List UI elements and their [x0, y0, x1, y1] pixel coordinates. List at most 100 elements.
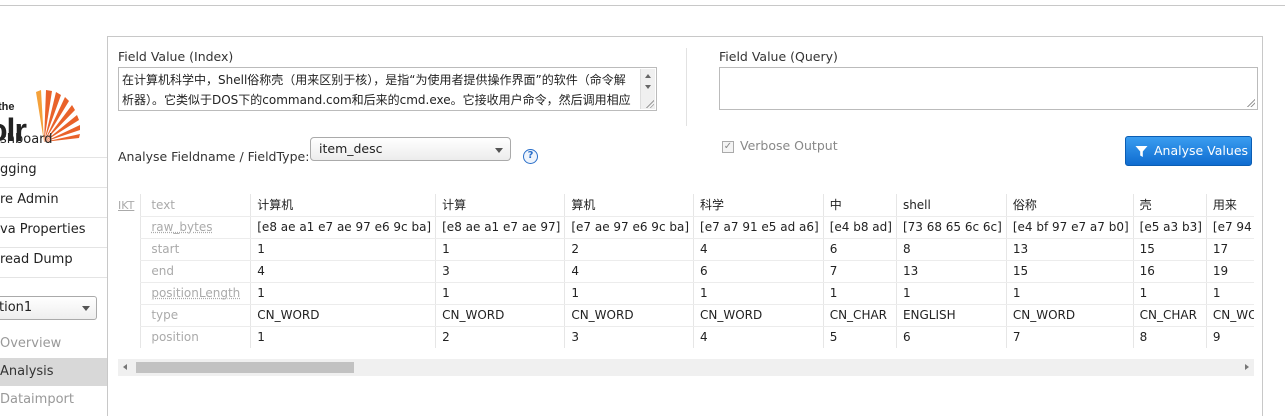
- fieldtype-label: Analyse Fieldname / FieldType:: [118, 149, 310, 164]
- token-raw_bytes-cell: [e8 ae a1 e7 ae 97 e6 9c ba]: [250, 216, 437, 239]
- row-name: type: [140, 304, 252, 327]
- token-text-cell: 科学: [693, 194, 824, 217]
- token-raw_bytes-cell: [e5 a3 b3]: [1133, 216, 1207, 239]
- core-nav: Overview Analysis Dataimport: [0, 330, 108, 414]
- token-positionlength-cell: 1: [435, 282, 566, 305]
- token-position-cell: 8: [1133, 326, 1207, 348]
- tokenizer-spacer: [118, 238, 141, 260]
- token-text-cell: 俗称: [1006, 194, 1134, 217]
- result-row-raw_bytes: raw_bytes [e8 ae a1 e7 ae 97 e6 9c ba] [e8…: [118, 216, 1254, 239]
- token-positionlength-cell: 1: [693, 282, 824, 305]
- analysis-result-table: IKT text 计算机 计算 算机 科学中 shell 俗称壳用来 raw_bytes [e8 …: [118, 194, 1254, 348]
- token-type-cell: CN_WORD: [250, 304, 437, 327]
- scroll-right-icon[interactable]: [1245, 364, 1249, 370]
- token-end-cell: 6: [693, 260, 824, 283]
- token-raw_bytes-cell: [e7 94 a8 e6 9d a5]: [1206, 216, 1254, 239]
- tokenizer-abbrev: IKT: [118, 198, 135, 212]
- tokenizer-spacer: [118, 260, 141, 282]
- result-row-text: IKT text 计算机 计算 算机 科学中 shell 俗称壳用来: [118, 194, 1254, 217]
- token-positionlength-cell: 1: [1006, 282, 1134, 305]
- token-type-cell: CN_WORD: [435, 304, 566, 327]
- nav-item-core-admin[interactable]: re Admin: [0, 188, 108, 218]
- filter-icon: [1135, 146, 1148, 157]
- analyse-values-button[interactable]: Analyse Values: [1125, 136, 1252, 166]
- token-text-cell: 壳: [1133, 194, 1207, 217]
- analyse-values-label: Analyse Values: [1154, 143, 1249, 158]
- result-row-type: type CN_WORD CN_WORD CN_WORD CN_WORD CN_CHAR E…: [118, 304, 1254, 327]
- token-raw_bytes-cell: [e4 b8 ad]: [823, 216, 897, 239]
- scrollbar-thumb[interactable]: [136, 362, 354, 373]
- resize-grip-icon[interactable]: [645, 99, 654, 108]
- tokenizer-spacer: [118, 326, 141, 348]
- nav-item-thread-dump[interactable]: read Dump: [0, 248, 108, 278]
- token-text-cell: 计算: [435, 194, 566, 217]
- token-end-cell: 16: [1133, 260, 1207, 283]
- result-horizontal-scrollbar[interactable]: [118, 359, 1254, 376]
- token-start-cell: 8: [896, 238, 1007, 261]
- core-item-overview[interactable]: Overview: [0, 330, 108, 358]
- token-raw_bytes-cell: [e8 ae a1 e7 ae 97]: [435, 216, 566, 239]
- token-start-cell: 17: [1206, 238, 1254, 261]
- index-value-textarea[interactable]: 在计算机科学中，Shell俗称壳（用来区别于核），是指“为使用者提供操作界面”的…: [118, 67, 657, 111]
- chevron-down-icon: [82, 306, 90, 311]
- query-field-label: Field Value (Query): [719, 49, 838, 64]
- token-text-cell: 用来: [1206, 194, 1254, 217]
- token-start-cell: 1: [435, 238, 566, 261]
- core-item-analysis[interactable]: Analysis: [0, 358, 108, 386]
- analysis-result: IKT text 计算机 计算 算机 科学中 shell 俗称壳用来 raw_bytes [e8 …: [118, 194, 1254, 354]
- verbose-label[interactable]: Verbose Output: [740, 138, 838, 153]
- row-name: positionLength: [140, 282, 252, 305]
- token-type-cell: CN_CHAR: [1133, 304, 1207, 327]
- token-end-cell: 7: [823, 260, 897, 283]
- core-selector[interactable]: tion1: [0, 296, 97, 320]
- token-type-cell: CN_WORD: [564, 304, 695, 327]
- core-item-dataimport[interactable]: Dataimport: [0, 386, 108, 414]
- row-name: text: [140, 194, 252, 217]
- token-text-cell: 算机: [564, 194, 695, 217]
- token-positionlength-cell: 1: [1206, 282, 1254, 305]
- token-end-cell: 3: [435, 260, 566, 283]
- chevron-down-icon: [495, 148, 503, 153]
- resize-grip-icon[interactable]: [1246, 98, 1255, 107]
- nav-item-java-properties[interactable]: va Properties: [0, 218, 108, 248]
- token-start-cell: 15: [1133, 238, 1207, 261]
- token-raw_bytes-cell: [e7 ae 97 e6 9c ba]: [564, 216, 695, 239]
- row-name: start: [140, 238, 252, 261]
- token-end-cell: 4: [250, 260, 437, 283]
- nav-item-logging[interactable]: gging: [0, 158, 108, 188]
- tokenizer-spacer: [118, 282, 141, 304]
- token-raw_bytes-cell: [e7 a7 91 e5 ad a6]: [693, 216, 824, 239]
- row-name: position: [140, 326, 252, 348]
- fieldtype-select[interactable]: item_desc: [310, 137, 511, 161]
- token-raw_bytes-cell: [e4 bf 97 e7 a7 b0]: [1006, 216, 1134, 239]
- result-row-end: end 4 3 4 6 7 13 15 16 19: [118, 260, 1254, 283]
- token-end-cell: 19: [1206, 260, 1254, 283]
- token-type-cell: CN_WORD: [1206, 304, 1254, 327]
- token-position-cell: 3: [564, 326, 695, 348]
- token-position-cell: 7: [1006, 326, 1134, 348]
- result-row-start: start 1 1 2 4 6 8 13 15 17: [118, 238, 1254, 261]
- column-divider: [686, 48, 687, 126]
- token-end-cell: 13: [896, 260, 1007, 283]
- scroll-down-icon[interactable]: [645, 85, 651, 89]
- solr-logo[interactable]: the olr: [0, 40, 100, 148]
- core-selector-value: tion1: [0, 300, 33, 315]
- scroll-up-icon[interactable]: [645, 74, 651, 78]
- token-positionlength-cell: 1: [1133, 282, 1207, 305]
- token-text-cell: 计算机: [250, 194, 437, 217]
- token-position-cell: 1: [250, 326, 437, 348]
- verbose-checkbox[interactable]: ✓: [722, 141, 734, 153]
- query-value-textarea[interactable]: [719, 67, 1258, 110]
- row-name: raw_bytes: [140, 216, 252, 239]
- result-row-position: position 1 2 3 4 5 6 7 8 9: [118, 326, 1254, 348]
- tokenizer-spacer: [118, 216, 141, 238]
- token-start-cell: 4: [693, 238, 824, 261]
- scroll-left-icon[interactable]: [123, 364, 127, 370]
- token-type-cell: ENGLISH: [896, 304, 1007, 327]
- token-end-cell: 4: [564, 260, 695, 283]
- help-icon[interactable]: ?: [523, 149, 538, 164]
- main-nav: shboard gging re Admin va Properties rea…: [0, 128, 108, 278]
- nav-item-dashboard[interactable]: shboard: [0, 128, 108, 158]
- token-type-cell: CN_CHAR: [823, 304, 897, 327]
- result-row-positionlength: positionLength 1 1 1 1 1 1 1 1 1: [118, 282, 1254, 305]
